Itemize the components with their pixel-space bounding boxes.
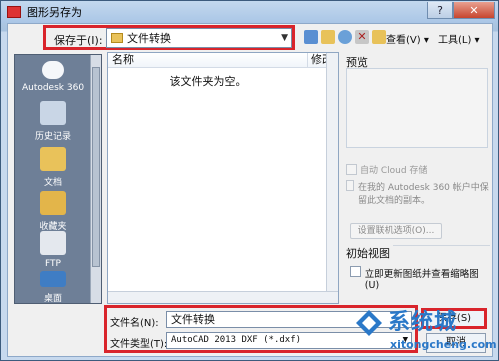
sidebar-item-documents[interactable]: 文档 bbox=[15, 147, 91, 188]
help-button[interactable]: ? bbox=[427, 2, 453, 19]
sidebar-item-label: 文档 bbox=[43, 178, 62, 188]
preview-pane: 预览 自动 Cloud 存储 在我的 Autodesk 360 帐户中保留此文档… bbox=[342, 52, 492, 304]
update-thumbnail-label: 立即更新图纸并查看缩略图(U) bbox=[364, 269, 479, 291]
chevron-down-icon: ▼ bbox=[281, 33, 288, 43]
up-folder-icon[interactable] bbox=[321, 30, 335, 44]
watermark-url: xitongcheng.com bbox=[390, 338, 497, 351]
ftp-icon bbox=[40, 231, 66, 255]
file-list-vertical-scrollbar[interactable] bbox=[326, 53, 338, 291]
column-name[interactable]: 名称 bbox=[108, 53, 308, 67]
documents-icon bbox=[40, 147, 66, 171]
filetype-value: AutoCAD 2013 DXF (*.dxf) bbox=[171, 335, 302, 345]
cloud-icon bbox=[42, 61, 64, 79]
filename-label: 文件名(N): bbox=[110, 318, 159, 329]
sidebar-item-label: 历史记录 bbox=[34, 132, 71, 142]
online-options-button[interactable]: 设置联机选项(O)... bbox=[350, 223, 442, 239]
toolbar: 保存于(I): 文件转换 ▼ ✕ 查看(V) ▾ 工具(L) ▾ bbox=[8, 24, 492, 52]
watermark-logo-icon bbox=[356, 310, 382, 336]
tools-menu[interactable]: 工具(L) ▾ bbox=[438, 31, 480, 46]
sidebar-item-ftp[interactable]: FTP bbox=[15, 231, 91, 269]
desktop-icon bbox=[40, 271, 66, 287]
save-in-label: 保存于(I): bbox=[54, 34, 103, 47]
autocad-app-icon bbox=[7, 6, 21, 18]
empty-folder-message: 该文件夹为空。 bbox=[169, 75, 247, 88]
title-bar[interactable]: 图形另存为 ? ✕ bbox=[1, 1, 498, 23]
watermark-brand: 系统城 bbox=[388, 310, 458, 335]
cloud-save-option: 在我的 Autodesk 360 帐户中保留此文档的副本。 bbox=[346, 180, 492, 206]
file-list[interactable]: 名称 修改 该文件夹为空。 bbox=[107, 52, 339, 304]
folder-icon bbox=[111, 33, 123, 43]
initial-view-group: 初始视图 立即更新图纸并查看缩略图(U) bbox=[346, 245, 490, 291]
back-icon[interactable] bbox=[304, 30, 318, 44]
save-in-dropdown[interactable]: 文件转换 ▼ bbox=[106, 28, 292, 48]
sidebar-item-label: FTP bbox=[45, 259, 61, 269]
window-title: 图形另存为 bbox=[27, 6, 82, 19]
cloud-save-checkbox[interactable] bbox=[346, 180, 354, 191]
initial-view-label: 初始视图 bbox=[346, 245, 393, 261]
search-web-icon[interactable] bbox=[338, 30, 352, 44]
filetype-label: 文件类型(T): bbox=[110, 339, 168, 350]
history-icon bbox=[40, 101, 66, 125]
sidebar-item-label: Autodesk 360 bbox=[21, 83, 85, 93]
cloud-save-label: 自动 Cloud 存储 bbox=[360, 166, 428, 176]
delete-icon[interactable]: ✕ bbox=[355, 30, 369, 44]
cloud-save-row: 自动 Cloud 存储 bbox=[346, 163, 427, 176]
places-sidebar: Autodesk 360 历史记录 文档 收藏夹 FTP 桌面 bbox=[14, 54, 102, 304]
sidebar-item-favorites[interactable]: 收藏夹 bbox=[15, 191, 91, 232]
file-list-header: 名称 修改 bbox=[108, 53, 338, 68]
new-folder-icon[interactable] bbox=[372, 30, 386, 44]
sidebar-item-autodesk-360[interactable]: Autodesk 360 bbox=[15, 61, 91, 93]
update-thumbnail-checkbox[interactable] bbox=[350, 266, 361, 277]
view-menu[interactable]: 查看(V) ▾ bbox=[386, 31, 429, 46]
close-button[interactable]: ✕ bbox=[453, 2, 495, 19]
sidebar-scrollbar[interactable] bbox=[90, 55, 101, 303]
sidebar-item-label: 桌面 bbox=[43, 294, 62, 304]
sidebar-item-desktop[interactable]: 桌面 bbox=[15, 271, 91, 304]
window-controls: ? ✕ bbox=[427, 2, 495, 19]
file-list-horizontal-scrollbar[interactable] bbox=[108, 291, 338, 303]
initial-view-option: 立即更新图纸并查看缩略图(U) bbox=[350, 266, 490, 291]
cloud-save-option-label: 在我的 Autodesk 360 帐户中保留此文档的副本。 bbox=[357, 183, 489, 206]
favorites-icon bbox=[40, 191, 66, 215]
cloud-icon bbox=[346, 164, 357, 175]
scrollbar-thumb[interactable] bbox=[92, 67, 100, 267]
sidebar-item-history[interactable]: 历史记录 bbox=[15, 101, 91, 142]
watermark: 系统城 xitongcheng.com bbox=[352, 304, 499, 361]
preview-box bbox=[346, 68, 488, 148]
toolbar-icons: ✕ bbox=[304, 30, 386, 44]
save-in-value: 文件转换 bbox=[127, 32, 171, 45]
